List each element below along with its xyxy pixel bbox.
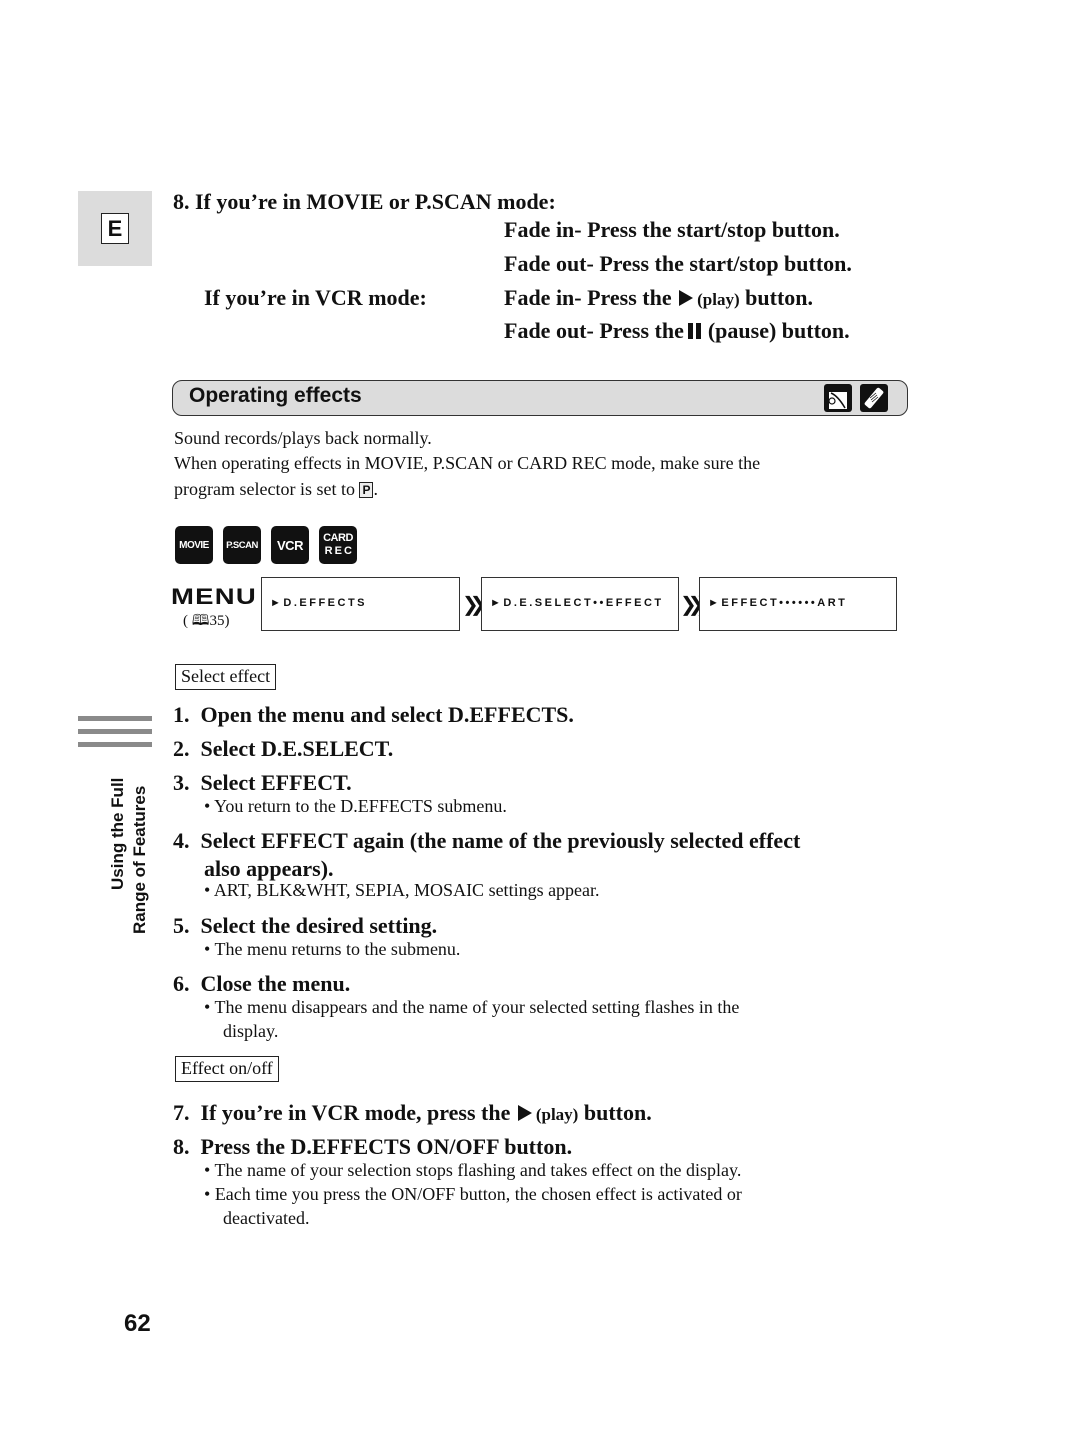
step-text: Select D.E.SELECT. [200, 736, 394, 761]
camcorder-icon [824, 384, 852, 412]
mode-badge-vcr: VCR [271, 526, 309, 564]
menu-label: MENU [171, 584, 257, 609]
step-8: 8. Press the D.EFFECTS ON/OFF button. [173, 1134, 572, 1160]
step-1: 1. Open the menu and select D.EFFECTS. [173, 702, 574, 728]
step-4-line2: also appears). [204, 856, 334, 881]
step-5: 5. Select the desired setting. [173, 913, 437, 939]
intro-line1: Sound records/plays back normally. [174, 428, 432, 448]
page-ref-open: ( [183, 613, 192, 629]
step-text: Select EFFECT again (the name of the pre… [200, 828, 801, 853]
step-2: 2. Select D.E.SELECT. [173, 736, 393, 762]
step-4-note: ART, BLK&WHT, SEPIA, MOSAIC settings app… [204, 880, 600, 901]
menu-screen-2: ►D.E.SELECT••EFFECT [481, 577, 679, 631]
book-icon: 🕮 [191, 613, 210, 629]
vcr-fade-out-end: (pause) button. [707, 318, 850, 343]
step-text: Press the D.EFFECTS ON/OFF button. [200, 1134, 573, 1159]
page-number: 62 [124, 1310, 151, 1337]
movie-fade-out: Fade out- Press the start/stop button. [504, 251, 852, 276]
play-icon [679, 290, 694, 306]
vcr-fade-out: Fade out- Press the (pause) button. [504, 318, 850, 345]
page-ref-number: 35 [209, 613, 225, 629]
step-number: 6. [173, 971, 190, 996]
play-paren: (play) [535, 1105, 579, 1124]
step-text: Select EFFECT. [200, 770, 352, 795]
step-3: 3. Select EFFECT. [173, 770, 352, 796]
language-tab: E [78, 191, 152, 266]
mode-rec-label: R E C [324, 545, 352, 557]
select-effect-label: Select effect [175, 664, 277, 690]
language-tab-label: E [101, 213, 129, 244]
mode-card-label: CARD [323, 532, 353, 544]
step-8-note-1: The name of your selection stops flashin… [204, 1160, 741, 1181]
step-text-end: button. [583, 1100, 652, 1125]
vcr-fade-in-text: Fade in- Press the [504, 285, 672, 310]
intro-line3-end: . [373, 479, 378, 499]
remote-control-icon [860, 384, 888, 412]
mode-badge-pscan: P.SCAN [223, 526, 261, 564]
intro-line2: When operating effects in MOVIE, P.SCAN … [174, 453, 761, 473]
vcr-fade-in: Fade in- Press the (play) button. [504, 285, 813, 311]
vcr-mode-label: If you’re in VCR mode: [204, 285, 427, 310]
page-ref-close: ) [224, 613, 230, 629]
intro-line3: program selector is set to P. [174, 479, 378, 500]
section-header: Operating effects [172, 380, 908, 416]
step-number: 4. [173, 828, 190, 853]
side-tab-line2: Range of Features [130, 785, 149, 934]
menu-screen-text: ►D.E.SELECT••EFFECT [490, 597, 664, 609]
step-number: 8. [173, 1134, 190, 1159]
step-number: 2. [173, 736, 190, 761]
menu-screen-text: ►D.EFFECTS [270, 597, 367, 609]
play-icon [517, 1105, 532, 1121]
side-tab-bar [78, 716, 152, 721]
step-text: Open the menu and select D.EFFECTS. [200, 702, 574, 727]
movie-fade-in: Fade in- Press the start/stop button. [504, 217, 840, 242]
step-number: 3. [173, 770, 190, 795]
side-tab-bar [78, 729, 152, 734]
program-p-icon: P [359, 482, 374, 498]
step-3-note: You return to the D.EFFECTS submenu. [204, 796, 507, 817]
step-text: Close the menu. [200, 971, 351, 996]
vcr-fade-out-text: Fade out- Press the [504, 318, 684, 343]
pause-icon [687, 319, 704, 345]
side-tab-bar [78, 742, 152, 747]
step-7: 7. If you’re in VCR mode, press the (pla… [173, 1100, 652, 1126]
step-number: 7. [173, 1100, 190, 1125]
menu-page-ref: ( 🕮35) [183, 610, 229, 635]
step-number: 1. [173, 702, 190, 727]
menu-screen-text: ►EFFECT••••••ART [708, 597, 848, 609]
step-8-note-2-line2: deactivated. [223, 1208, 310, 1228]
step8-heading: 8. If you’re in MOVIE or P.SCAN mode: [173, 189, 556, 214]
side-tab-title: Using the Full Range of Features [80, 760, 154, 940]
menu-screen-1: ►D.EFFECTS [261, 577, 460, 631]
step-number: 5. [173, 913, 190, 938]
arrow-icon: ❯❯ [462, 592, 486, 616]
effect-onoff-label: Effect on/off [175, 1056, 279, 1082]
step-4: 4. Select EFFECT again (the name of the … [173, 828, 800, 854]
step-6: 6. Close the menu. [173, 971, 350, 997]
step-text: Select the desired setting. [200, 913, 438, 938]
step-6-note: The menu disappears and the name of your… [204, 997, 739, 1018]
step-5-note: The menu returns to the submenu. [204, 939, 460, 960]
step-text: If you’re in VCR mode, press the [200, 1100, 511, 1125]
mode-badge-movie: MOVIE [175, 526, 213, 564]
mode-badge-card-rec: CARD R E C [319, 526, 357, 564]
vcr-fade-in-end: button. [745, 285, 813, 310]
play-paren: (play) [697, 290, 740, 309]
section-title: Operating effects [189, 384, 362, 407]
intro-line3-text: program selector is set to [174, 479, 355, 499]
step-8-note-2: Each time you press the ON/OFF button, t… [204, 1184, 742, 1205]
side-tab-line1: Using the Full [108, 777, 127, 890]
menu-screen-3: ►EFFECT••••••ART [699, 577, 897, 631]
step-6-note-line2: display. [223, 1021, 279, 1041]
